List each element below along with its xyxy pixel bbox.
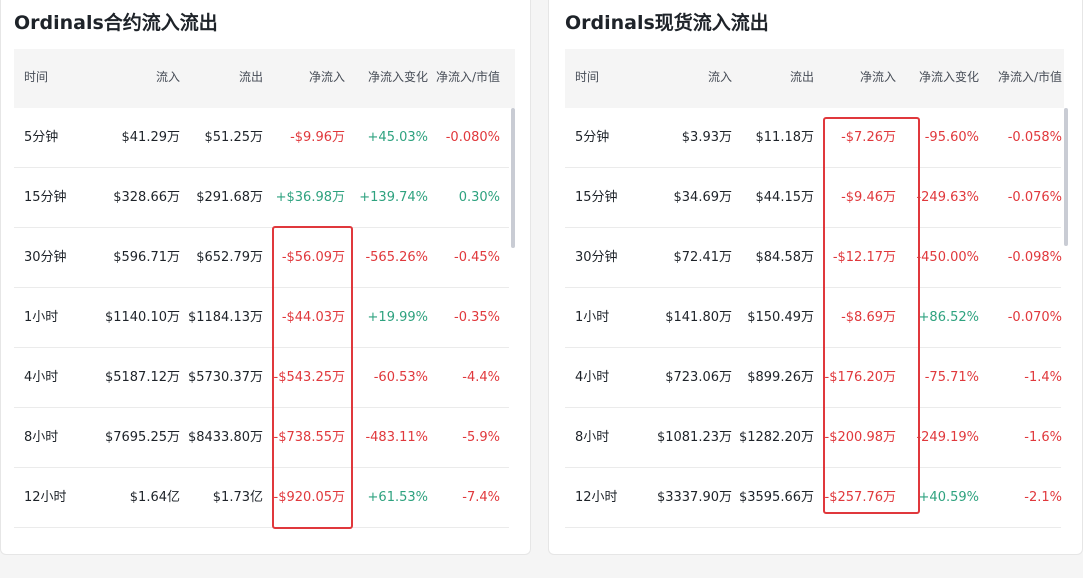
cell-net-inflow-market-cap: -1.6%: [1024, 430, 1062, 445]
cell-net-inflow-market-cap: -7.4%: [462, 490, 500, 505]
cell-time: 8小时: [24, 430, 59, 445]
cell-time: 8小时: [575, 430, 610, 445]
cell-time: 15分钟: [575, 190, 618, 205]
table-row: 15分钟 $34.69万 $44.15万 -$9.46万 -249.63% -0.076%: [565, 168, 1062, 228]
header-time: 时间: [24, 70, 49, 84]
panel-title: Ordinals合约流入流出: [14, 12, 218, 34]
cell-net-inflow-market-cap: 0.30%: [458, 190, 500, 205]
table-row: 5分钟 $41.29万 $51.25万 -$9.96万 +45.03% -0.080%: [14, 108, 509, 168]
cell-net-inflow-market-cap: -0.076%: [1007, 190, 1062, 205]
table-row: 4小时 $723.06万 $899.26万 -$176.20万 -75.71% -1.4%: [565, 348, 1062, 408]
header-time: 时间: [575, 70, 600, 84]
cell-time: 1小时: [24, 310, 59, 325]
table-header: 时间 流入 流出 净流入 净流入变化 净流入/市值: [14, 49, 515, 108]
table-row: 1小时 $141.80万 $150.49万 -$8.69万 +86.52% -0.070%: [565, 288, 1062, 348]
cell-time: 5分钟: [24, 130, 59, 145]
cell-time: 1小时: [575, 310, 610, 325]
table-row: 8小时 $7695.25万 $8433.80万 -$738.55万 -483.11% -5…: [14, 408, 509, 468]
cell-time: 4小时: [24, 370, 59, 385]
cell-time: 30分钟: [575, 250, 618, 265]
table-row: 8小时 $1081.23万 $1282.20万 -$200.98万 -249.19% -1…: [565, 408, 1062, 468]
header-net-inflow-market-cap: 净流入/市值: [435, 70, 500, 84]
scrollbar[interactable]: [511, 108, 515, 248]
cell-net-inflow-market-cap: -0.098%: [1007, 250, 1062, 265]
cell-time: 5分钟: [575, 130, 610, 145]
header-net-inflow-market-cap: 净流入/市值: [997, 70, 1062, 84]
panel-title: Ordinals现货流入流出: [565, 12, 769, 34]
table-row: 30分钟 $72.41万 $84.58万 -$12.17万 -450.00% -0.098…: [565, 228, 1062, 288]
cell-time: 30分钟: [24, 250, 67, 265]
scrollbar[interactable]: [1064, 108, 1068, 246]
table-body: 5分钟 $3.93万 $11.18万 -$7.26万 -95.60% -0.058% 15分…: [565, 108, 1062, 528]
cell-time: 15分钟: [24, 190, 67, 205]
table-body: 5分钟 $41.29万 $51.25万 -$9.96万 +45.03% -0.080% 15…: [14, 108, 509, 528]
table-row: 1小时 $1140.10万 $1184.13万 -$44.03万 +19.99% -0.3…: [14, 288, 509, 348]
cell-net-inflow-market-cap: -5.9%: [462, 430, 500, 445]
table-row: 12小时 $3337.90万 $3595.66万 -$257.76万 +40.59% -2…: [565, 468, 1062, 528]
cell-net-inflow-market-cap: -0.070%: [1007, 310, 1062, 325]
table-row: 15分钟 $328.66万 $291.68万 +$36.98万 +139.74% 0.30…: [14, 168, 509, 228]
cell-net-inflow-market-cap: -0.058%: [1007, 130, 1062, 145]
cell-time: 12小时: [575, 490, 618, 505]
spot-flow-panel: Ordinals现货流入流出 时间 流入 流出 净流入 净流入变化 净流入/市值 5分钟 $…: [548, 0, 1083, 555]
cell-net-inflow-market-cap: -1.4%: [1024, 370, 1062, 385]
table-row: 12小时 $1.64亿 $1.73亿 -$920.05万 +61.53% -7.4%: [14, 468, 509, 528]
table-row: 5分钟 $3.93万 $11.18万 -$7.26万 -95.60% -0.058%: [565, 108, 1062, 168]
futures-flow-panel: Ordinals合约流入流出 时间 流入 流出 净流入 净流入变化 净流入/市值 5分钟 $…: [0, 0, 531, 555]
cell-net-inflow-market-cap: -4.4%: [462, 370, 500, 385]
cell-time: 12小时: [24, 490, 67, 505]
cell-net-inflow-market-cap: -0.35%: [454, 310, 500, 325]
cell-time: 4小时: [575, 370, 610, 385]
cell-net-inflow-market-cap: -2.1%: [1024, 490, 1062, 505]
cell-net-inflow-market-cap: -0.45%: [454, 250, 500, 265]
table-row: 4小时 $5187.12万 $5730.37万 -$543.25万 -60.53% -4.…: [14, 348, 509, 408]
table-header: 时间 流入 流出 净流入 净流入变化 净流入/市值: [565, 49, 1064, 108]
cell-net-inflow-market-cap: -0.080%: [445, 130, 500, 145]
table-row: 30分钟 $596.71万 $652.79万 -$56.09万 -565.26% -0.4…: [14, 228, 509, 288]
